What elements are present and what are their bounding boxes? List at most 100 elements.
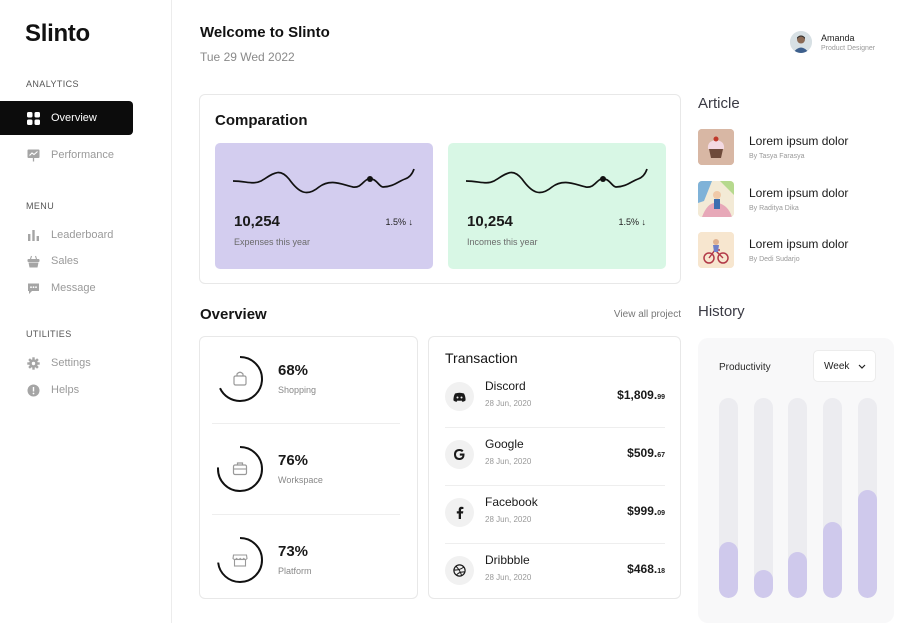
sidebar-item-label: Leaderboard <box>51 229 114 241</box>
progress-ring <box>217 356 263 402</box>
page-title: Welcome to Slinto <box>200 24 330 41</box>
transaction-amount: $468.18 <box>627 562 665 576</box>
transaction-card: Transaction Discord 28 Jun, 2020 $1,809.… <box>428 336 681 599</box>
progress-ring <box>217 446 263 492</box>
sidebar-item-label: Helps <box>51 384 80 396</box>
history-card: Productivity Week <box>698 338 894 623</box>
progress-ring <box>217 537 263 583</box>
comparation-title: Comparation <box>215 112 308 129</box>
bag-icon <box>233 371 247 386</box>
transaction-title: Transaction <box>445 350 518 366</box>
avatar <box>790 31 812 53</box>
user-role: Product Designer <box>821 44 876 52</box>
info-icon <box>26 383 40 397</box>
overview-label: Workspace <box>278 475 323 485</box>
presentation-icon <box>26 148 40 162</box>
transaction-date: 28 Jun, 2020 <box>485 573 532 582</box>
article-author: By Tasya Farasya <box>749 153 805 160</box>
bar-chart-icon <box>26 228 40 242</box>
productivity-bar-track <box>719 398 738 598</box>
expenses-value: 10,254 <box>234 213 280 230</box>
article-item[interactable]: Lorem ipsum dolor By Tasya Farasya <box>698 129 898 169</box>
article-author: By Raditya Dika <box>749 205 799 212</box>
transaction-row-discord[interactable]: Discord 28 Jun, 2020 $1,809.99 <box>445 369 665 427</box>
overview-title: Overview <box>200 306 267 323</box>
expenses-caption: Expenses this year <box>234 237 311 247</box>
sidebar: Slinto ANALYTICS Overview Performance ME… <box>0 0 172 623</box>
transaction-row-dribbble[interactable]: Dribbble 28 Jun, 2020 $468.18 <box>445 543 665 601</box>
incomes-change: 1.5% ↓ <box>618 217 646 227</box>
dribbble-icon <box>445 556 474 585</box>
productivity-bar <box>858 490 877 598</box>
productivity-label: Productivity <box>719 362 771 373</box>
transaction-name: Discord <box>485 379 526 393</box>
transaction-date: 28 Jun, 2020 <box>485 399 532 408</box>
divider <box>212 423 400 424</box>
arrow-down-icon: ↓ <box>408 217 414 227</box>
view-all-project-link[interactable]: View all project <box>614 309 681 320</box>
expenses-change: 1.5% ↓ <box>385 217 413 227</box>
divider <box>212 514 400 515</box>
article-item[interactable]: Lorem ipsum dolor By Raditya Dika <box>698 181 898 221</box>
article-heading: Lorem ipsum dolor <box>749 237 849 251</box>
sidebar-item-label: Message <box>51 282 96 294</box>
transaction-row-google[interactable]: Google 28 Jun, 2020 $509.67 <box>445 427 665 485</box>
article-title: Article <box>698 95 740 112</box>
section-label-analytics: ANALYTICS <box>26 79 79 89</box>
briefcase-icon <box>232 462 248 476</box>
sidebar-item-label: Settings <box>51 357 91 369</box>
page-date: Tue 29 Wed 2022 <box>200 50 295 64</box>
productivity-bar-track <box>858 398 877 598</box>
chat-icon <box>26 281 40 295</box>
article-item[interactable]: Lorem ipsum dolor By Dedi Sudarjo <box>698 232 898 272</box>
sidebar-item-overview[interactable]: Overview <box>0 101 133 135</box>
productivity-bar-track <box>788 398 807 598</box>
article-author: By Dedi Sudarjo <box>749 256 800 263</box>
history-title: History <box>698 303 745 320</box>
comparation-card: Comparation 10,254 1.5% ↓ Expenses this … <box>199 94 681 284</box>
expenses-wave-line <box>232 168 415 194</box>
gear-icon <box>26 356 40 370</box>
facebook-icon <box>445 498 474 527</box>
productivity-bar <box>754 570 773 598</box>
sidebar-item-label: Sales <box>51 255 79 267</box>
section-label-menu: MENU <box>26 201 55 211</box>
overview-item-shopping[interactable]: 68% Shopping <box>200 337 419 427</box>
overview-item-platform[interactable]: 73% Platform <box>200 518 419 608</box>
sidebar-item-message[interactable]: Message <box>0 271 133 305</box>
grid-icon <box>26 111 40 125</box>
productivity-bar <box>788 552 807 598</box>
overview-percent: 76% <box>278 452 309 469</box>
article-heading: Lorem ipsum dolor <box>749 134 849 148</box>
arrow-down-icon: ↓ <box>641 217 647 227</box>
transaction-date: 28 Jun, 2020 <box>485 457 532 466</box>
illustration-thumbnail <box>698 181 734 217</box>
bicycle-thumbnail <box>698 232 734 268</box>
transaction-name: Dribbble <box>485 553 530 567</box>
incomes-value: 10,254 <box>467 213 513 230</box>
google-icon <box>445 440 474 469</box>
overview-percent: 73% <box>278 543 309 560</box>
transaction-row-facebook[interactable]: Facebook 28 Jun, 2020 $999.09 <box>445 485 665 543</box>
transaction-name: Google <box>485 437 524 451</box>
app-logo: Slinto <box>25 20 90 47</box>
transaction-date: 28 Jun, 2020 <box>485 515 532 524</box>
overview-label: Shopping <box>278 385 317 395</box>
overview-card: 68% Shopping 76% Workspace 73% Platform <box>199 336 418 599</box>
section-label-utilities: UTILITIES <box>26 329 72 339</box>
period-dropdown[interactable]: Week <box>813 350 876 382</box>
sidebar-item-performance[interactable]: Performance <box>0 138 133 172</box>
overview-label: Platform <box>278 566 312 576</box>
sidebar-item-helps[interactable]: Helps <box>0 373 133 407</box>
overview-percent: 68% <box>278 362 309 379</box>
basket-icon <box>26 254 40 268</box>
user-profile[interactable]: Amanda Product Designer <box>790 31 875 53</box>
productivity-bar <box>719 542 738 598</box>
incomes-box: 10,254 1.5% ↓ Incomes this year <box>448 143 666 269</box>
overview-item-workspace[interactable]: 76% Workspace <box>200 427 419 517</box>
expenses-box: 10,254 1.5% ↓ Expenses this year <box>215 143 433 269</box>
sidebar-item-label: Overview <box>51 112 97 124</box>
transaction-amount: $999.09 <box>627 504 665 518</box>
user-name: Amanda <box>821 32 855 43</box>
productivity-bar-track <box>823 398 842 598</box>
